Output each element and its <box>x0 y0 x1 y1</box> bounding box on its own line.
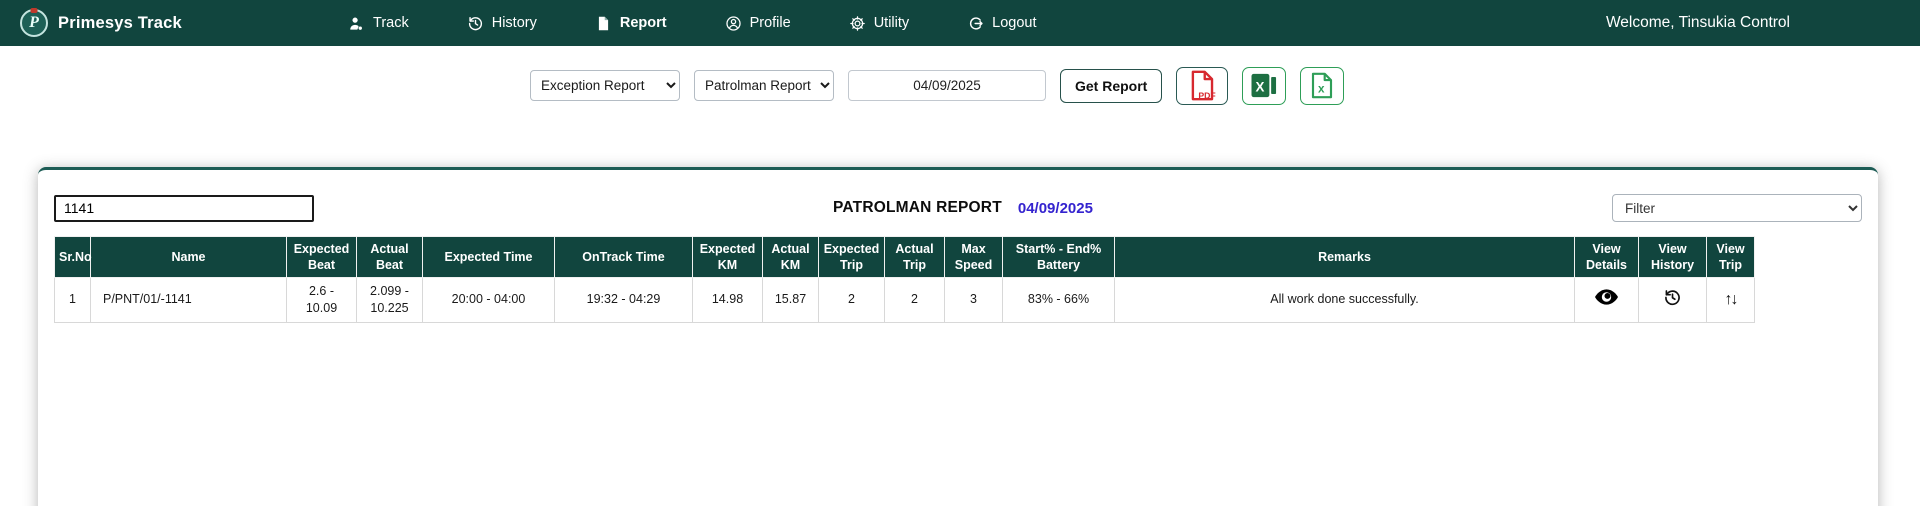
col-header-expected-km: Expected KM <box>693 237 763 278</box>
table-header-row: Sr.No Name Expected Beat Actual Beat Exp… <box>55 237 1755 278</box>
nav-label: Profile <box>750 15 791 31</box>
cell-ontrack-time: 19:32 - 04:29 <box>555 278 693 323</box>
report-name-select[interactable]: Patrolman Report <box>694 70 834 101</box>
col-header-name: Name <box>91 237 287 278</box>
report-card-header: PATROLMAN REPORT 04/09/2025 Filter <box>38 170 1878 236</box>
view-history-button[interactable] <box>1663 288 1682 307</box>
table-container: Sr.No Name Expected Beat Actual Beat Exp… <box>38 236 1878 323</box>
report-type-select[interactable]: Exception Report <box>530 70 680 101</box>
person-icon <box>348 15 365 32</box>
export-excel-file-button[interactable]: x <box>1300 67 1344 105</box>
col-header-ontrack-time: OnTrack Time <box>555 237 693 278</box>
pdf-file-icon: PDF <box>1188 70 1216 101</box>
cell-view-history <box>1639 278 1707 323</box>
nav-label: Utility <box>874 15 909 31</box>
excel-file-icon: x <box>1310 72 1334 99</box>
nav-label: Logout <box>992 15 1036 31</box>
view-details-button[interactable] <box>1595 289 1618 305</box>
main-nav: Track History Report Profile <box>348 0 1037 46</box>
table-row: 1 P/PNT/01/-1141 2.6 - 10.09 2.099 - 10.… <box>55 278 1755 323</box>
svg-text:PDF: PDF <box>1199 90 1216 100</box>
cell-battery: 83% - 66% <box>1003 278 1115 323</box>
export-excel-button[interactable]: X <box>1242 67 1286 105</box>
cell-view-details <box>1575 278 1639 323</box>
report-date-input[interactable] <box>848 70 1046 101</box>
brand-logo-letter: P <box>29 14 39 32</box>
nav-item-track[interactable]: Track <box>348 15 409 32</box>
col-header-srno: Sr.No <box>55 237 91 278</box>
cell-actual-km: 15.87 <box>763 278 819 323</box>
col-header-battery: Start% - End% Battery <box>1003 237 1115 278</box>
cell-view-trip: ↑↓ <box>1707 278 1755 323</box>
col-header-max-speed: Max Speed <box>945 237 1003 278</box>
nav-label: History <box>492 15 537 31</box>
cell-max-speed: 3 <box>945 278 1003 323</box>
col-header-expected-trip: Expected Trip <box>819 237 885 278</box>
report-title-date: 04/09/2025 <box>1018 200 1093 217</box>
up-down-arrows-icon: ↑↓ <box>1725 291 1737 309</box>
col-header-expected-beat: Expected Beat <box>287 237 357 278</box>
cell-expected-time: 20:00 - 04:00 <box>423 278 555 323</box>
filter-select[interactable]: Filter <box>1612 194 1862 222</box>
col-header-expected-time: Expected Time <box>423 237 555 278</box>
nav-label: Report <box>620 15 667 31</box>
svg-text:X: X <box>1256 79 1265 94</box>
cell-remarks: All work done successfully. <box>1115 278 1575 323</box>
report-toolbar: Exception Report Patrolman Report Get Re… <box>0 46 1920 110</box>
report-file-icon <box>595 15 612 32</box>
nav-item-logout[interactable]: Logout <box>967 15 1036 32</box>
svg-text:x: x <box>1318 83 1325 96</box>
nav-label: Track <box>373 15 409 31</box>
cell-actual-trip: 2 <box>885 278 945 323</box>
col-header-actual-beat: Actual Beat <box>357 237 423 278</box>
welcome-text: Welcome, Tinsukia Control <box>1606 14 1920 32</box>
report-card: PATROLMAN REPORT 04/09/2025 Filter Sr.No… <box>38 167 1878 506</box>
cell-srno: 1 <box>55 278 91 323</box>
col-header-view-details: View Details <box>1575 237 1639 278</box>
search-input[interactable] <box>54 195 314 222</box>
report-title-text: PATROLMAN REPORT <box>833 199 1002 217</box>
brand: P Primesys Track <box>20 9 182 37</box>
col-header-view-history: View History <box>1639 237 1707 278</box>
col-header-view-trip: View Trip <box>1707 237 1755 278</box>
eye-icon <box>1595 289 1618 305</box>
col-header-actual-km: Actual KM <box>763 237 819 278</box>
top-navbar: P Primesys Track Track History <box>0 0 1920 46</box>
gear-icon <box>849 15 866 32</box>
cell-expected-trip: 2 <box>819 278 885 323</box>
nav-item-report[interactable]: Report <box>595 15 667 32</box>
col-header-actual-trip: Actual Trip <box>885 237 945 278</box>
report-title: PATROLMAN REPORT 04/09/2025 <box>833 199 1093 217</box>
profile-circle-icon <box>725 15 742 32</box>
excel-logo-icon: X <box>1250 73 1278 98</box>
nav-item-utility[interactable]: Utility <box>849 15 909 32</box>
history-clock-icon <box>467 15 484 32</box>
cell-actual-beat: 2.099 - 10.225 <box>357 278 423 323</box>
cell-name: P/PNT/01/-1141 <box>91 278 287 323</box>
nav-item-profile[interactable]: Profile <box>725 15 791 32</box>
cell-expected-km: 14.98 <box>693 278 763 323</box>
brand-name: Primesys Track <box>58 14 182 33</box>
brand-logo-icon: P <box>20 9 48 37</box>
view-trip-button[interactable]: ↑↓ <box>1725 291 1737 309</box>
logout-arrow-icon <box>967 15 984 32</box>
patrolman-report-table: Sr.No Name Expected Beat Actual Beat Exp… <box>54 236 1755 323</box>
nav-item-history[interactable]: History <box>467 15 537 32</box>
col-header-remarks: Remarks <box>1115 237 1575 278</box>
get-report-button[interactable]: Get Report <box>1060 69 1162 103</box>
export-pdf-button[interactable]: PDF <box>1176 67 1228 105</box>
cell-expected-beat: 2.6 - 10.09 <box>287 278 357 323</box>
history-clock-icon <box>1663 288 1682 307</box>
